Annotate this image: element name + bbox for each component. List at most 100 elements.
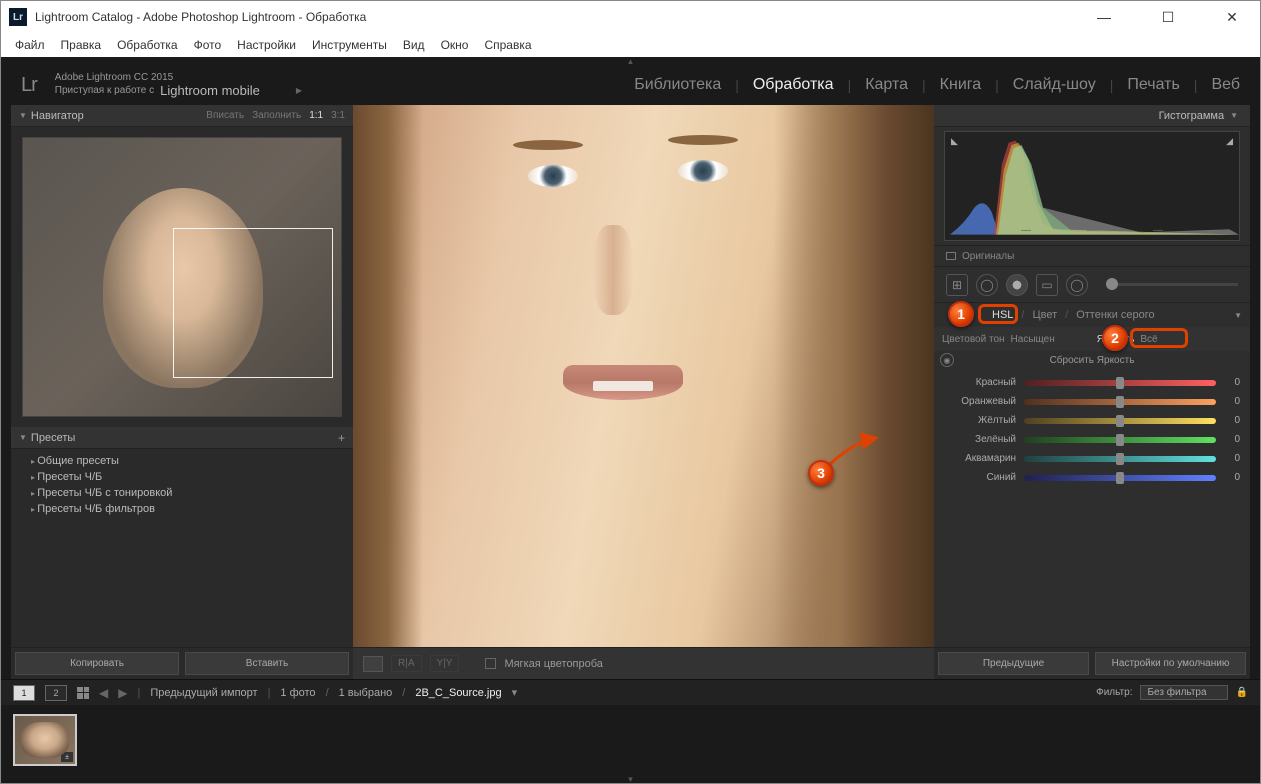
- module-slideshow[interactable]: Слайд-шоу: [1013, 76, 1096, 94]
- menu-develop[interactable]: Обработка: [111, 36, 184, 54]
- menu-window[interactable]: Окно: [435, 36, 475, 54]
- saturation-tab[interactable]: Насыщен: [1011, 334, 1055, 345]
- slider-track[interactable]: [1024, 380, 1216, 386]
- slider-label: Жёлтый: [944, 415, 1024, 426]
- histogram-display[interactable]: ◣ ◢ —————: [944, 131, 1240, 241]
- navigator-preview[interactable]: [11, 127, 353, 427]
- close-button[interactable]: ✕: [1212, 9, 1252, 26]
- reset-luminance-row: ◉ Сбросить Яркость: [934, 351, 1250, 371]
- source-label[interactable]: Предыдущий импорт: [150, 687, 257, 699]
- slider-track[interactable]: [1024, 399, 1216, 405]
- slider-red: Красный 0: [944, 373, 1240, 392]
- collapse-icon: ▼: [19, 433, 27, 442]
- gradient-tool-icon[interactable]: ▭: [1036, 274, 1058, 296]
- crop-tool-icon[interactable]: ⊞: [946, 274, 968, 296]
- slider-track[interactable]: [1024, 475, 1216, 481]
- slider-value[interactable]: 0: [1216, 434, 1240, 445]
- minimize-button[interactable]: —: [1084, 9, 1124, 26]
- slider-value[interactable]: 0: [1216, 396, 1240, 407]
- menu-edit[interactable]: Правка: [55, 36, 108, 54]
- radial-tool-icon[interactable]: ◯: [1066, 274, 1088, 296]
- nav-3to1[interactable]: 3:1: [331, 110, 345, 121]
- loupe-view-icon[interactable]: [363, 656, 383, 672]
- before-after-ra-button[interactable]: R|A: [391, 655, 422, 672]
- current-filename[interactable]: 2B_C_Source.jpg: [415, 687, 501, 699]
- photo-canvas[interactable]: 3: [353, 105, 934, 647]
- nav-fit[interactable]: Вписать: [206, 110, 244, 121]
- filter-lock-icon[interactable]: 🔒: [1236, 687, 1248, 698]
- bottom-panel-toggle-icon[interactable]: ▼: [1, 775, 1260, 783]
- presets-panel-header[interactable]: ▼ Пресеты +: [11, 427, 353, 449]
- slider-value[interactable]: 0: [1216, 472, 1240, 483]
- copy-button[interactable]: Копировать: [15, 652, 179, 675]
- reset-luminance-button[interactable]: Сбросить Яркость: [1050, 355, 1135, 366]
- menu-file[interactable]: Файл: [9, 36, 51, 54]
- annotation-marker-1: 1: [948, 301, 974, 327]
- highlight-clip-icon[interactable]: ◢: [1226, 136, 1233, 147]
- defaults-button[interactable]: Настройки по умолчанию: [1095, 652, 1246, 675]
- app-logo-icon: Lr: [9, 8, 27, 26]
- slider-value[interactable]: 0: [1216, 453, 1240, 464]
- header-mobile-prefix: Приступая к работе с: [55, 85, 154, 96]
- filmstrip-thumbnail[interactable]: ±: [13, 714, 77, 766]
- secondary-display-button[interactable]: 2: [45, 685, 67, 701]
- develop-tool-strip: ⊞ ◯ ▭ ◯: [934, 267, 1250, 303]
- navigator-panel-header[interactable]: ▼ Навигатор Вписать Заполнить 1:1 3:1: [11, 105, 353, 127]
- add-preset-button[interactable]: +: [338, 431, 345, 445]
- slider-track[interactable]: [1024, 418, 1216, 424]
- hue-tab[interactable]: Цветовой тон: [942, 334, 1005, 345]
- maximize-button[interactable]: ☐: [1148, 9, 1188, 26]
- spot-tool-icon[interactable]: ◯: [976, 274, 998, 296]
- preset-folder[interactable]: Пресеты Ч/Б фильтров: [11, 501, 353, 517]
- slider-track[interactable]: [1024, 456, 1216, 462]
- module-develop[interactable]: Обработка: [753, 76, 834, 94]
- filter-select[interactable]: Без фильтра: [1140, 685, 1227, 700]
- module-web[interactable]: Веб: [1211, 76, 1240, 94]
- header-version: Adobe Lightroom CC 2015: [55, 72, 302, 83]
- photo-count: 1 фото: [280, 687, 315, 699]
- menu-photo[interactable]: Фото: [188, 36, 228, 54]
- annotation-marker-3: 3: [808, 460, 834, 486]
- nav-forward-icon[interactable]: ▶: [118, 686, 127, 700]
- histogram-panel-header[interactable]: Гистограмма ▼: [934, 105, 1250, 127]
- mobile-arrow-icon[interactable]: ▶: [296, 86, 302, 95]
- module-print[interactable]: Печать: [1127, 76, 1179, 94]
- menu-settings[interactable]: Настройки: [231, 36, 302, 54]
- slider-label: Зелёный: [944, 434, 1024, 445]
- lightroom-mobile-link[interactable]: Lightroom mobile: [160, 83, 260, 98]
- shadow-clip-icon[interactable]: ◣: [951, 136, 958, 147]
- menu-help[interactable]: Справка: [478, 36, 537, 54]
- previous-button[interactable]: Предыдущие: [938, 652, 1089, 675]
- slider-value[interactable]: 0: [1216, 415, 1240, 426]
- module-book[interactable]: Книга: [940, 76, 981, 94]
- slider-value[interactable]: 0: [1216, 377, 1240, 388]
- color-tab[interactable]: Цвет: [1032, 309, 1057, 321]
- preset-folder[interactable]: Пресеты Ч/Б с тонировкой: [11, 485, 353, 501]
- slider-label: Аквамарин: [944, 453, 1024, 464]
- preset-folder[interactable]: Общие пресеты: [11, 453, 353, 469]
- targeted-adjustment-tool-icon[interactable]: ◉: [940, 353, 954, 367]
- preset-folder[interactable]: Пресеты Ч/Б: [11, 469, 353, 485]
- menu-tools[interactable]: Инструменты: [306, 36, 393, 54]
- grid-view-icon[interactable]: [77, 687, 89, 699]
- collapse-icon[interactable]: ▼: [1234, 311, 1242, 320]
- grayscale-tab[interactable]: Оттенки серого: [1076, 309, 1154, 321]
- primary-display-button[interactable]: 1: [13, 685, 35, 701]
- before-after-yy-button[interactable]: Y|Y: [430, 655, 460, 672]
- module-library[interactable]: Библиотека: [634, 76, 721, 94]
- nav-fill[interactable]: Заполнить: [252, 110, 301, 121]
- slider-track[interactable]: [1024, 437, 1216, 443]
- top-panel-toggle-icon[interactable]: ▲: [1, 57, 1260, 65]
- slider-green: Зелёный 0: [944, 430, 1240, 449]
- navigator-crop-rect[interactable]: [173, 228, 333, 378]
- module-map[interactable]: Карта: [865, 76, 908, 94]
- nav-1to1[interactable]: 1:1: [309, 110, 323, 121]
- redeye-tool-icon[interactable]: [1006, 274, 1028, 296]
- menu-view[interactable]: Вид: [397, 36, 431, 54]
- filmstrip[interactable]: ±: [1, 705, 1260, 775]
- softproof-checkbox[interactable]: [485, 658, 496, 669]
- originals-row[interactable]: Оригиналы: [934, 245, 1250, 267]
- nav-back-icon[interactable]: ◀: [99, 686, 108, 700]
- paste-button[interactable]: Вставить: [185, 652, 349, 675]
- brush-size-slider[interactable]: [1106, 283, 1238, 286]
